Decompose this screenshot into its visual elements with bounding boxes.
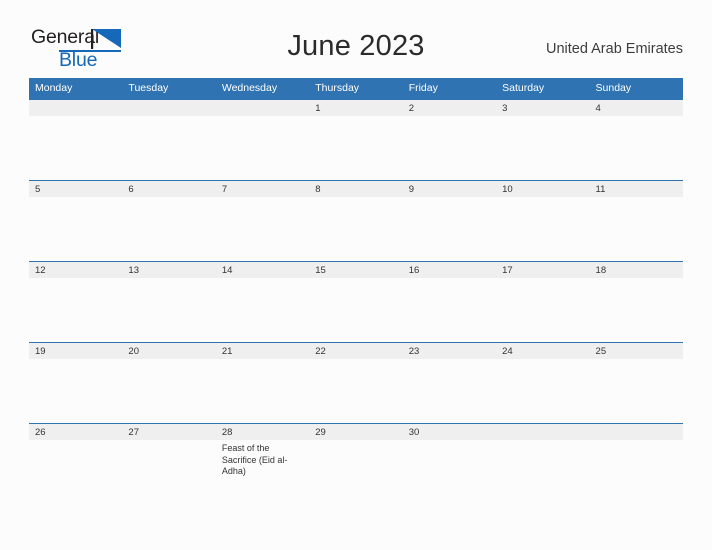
day-number: 3 [496,99,590,116]
day-number [215,99,310,116]
calendar-week-row: 26 27 28 Feast of the Sacrifice (Eid al-Adh… [29,423,683,522]
calendar-empty-cell [215,99,310,180]
calendar-day-cell[interactable]: 16 [402,261,497,342]
day-number: 22 [309,342,403,359]
calendar-day-cell[interactable]: 23 [402,342,497,423]
calendar-week-row: 5 6 7 8 9 10 11 [29,180,683,261]
day-number [122,99,216,116]
calendar-body: 1 2 3 4 5 6 7 8 9 10 11 12 13 14 15 16 17 18 19 20 21 22 23 24 2… [29,99,683,522]
day-number [589,423,683,440]
day-number: 13 [122,261,216,278]
calendar-day-cell[interactable]: 7 [215,180,310,261]
day-number: 24 [496,342,590,359]
calendar-day-cell[interactable]: 25 [589,342,683,423]
calendar-week-row: 1234 [29,99,683,180]
calendar-day-cell[interactable]: 3 [496,99,590,180]
day-number: 26 [29,423,123,440]
day-number: 7 [215,180,310,197]
day-number: 20 [122,342,216,359]
weekday-header-wednesday: Wednesday [215,78,310,99]
day-number: 30 [402,423,497,440]
calendar-day-cell[interactable]: 2 [402,99,497,180]
weekday-header-monday: Monday [29,78,123,99]
day-number: 21 [215,342,310,359]
calendar-day-cell[interactable]: 9 [402,180,497,261]
calendar-day-cell[interactable]: 13 [122,261,216,342]
day-number: 16 [402,261,497,278]
calendar-header-row: Monday Tuesday Wednesday Thursday Friday… [29,78,683,99]
day-number: 6 [122,180,216,197]
calendar-day-cell[interactable]: 28 Feast of the Sacrifice (Eid al-Adha) [215,423,310,522]
day-number: 9 [402,180,497,197]
weekday-header-thursday: Thursday [309,78,403,99]
calendar-day-cell[interactable]: 30 [402,423,497,522]
calendar-empty-cell [589,423,683,522]
weekday-header-friday: Friday [402,78,497,99]
calendar-table: Monday Tuesday Wednesday Thursday Friday… [29,78,683,522]
calendar-day-cell[interactable]: 19 [29,342,123,423]
calendar-empty-cell [496,423,590,522]
day-events: Feast of the Sacrifice (Eid al-Adha) [216,440,309,478]
day-number: 10 [496,180,590,197]
weekday-header-row: Monday Tuesday Wednesday Thursday Friday… [29,78,683,99]
calendar-day-cell[interactable]: 10 [496,180,590,261]
day-number [29,99,123,116]
calendar-day-cell[interactable]: 11 [589,180,683,261]
day-number: 4 [589,99,683,116]
calendar-day-cell[interactable]: 22 [309,342,403,423]
calendar-empty-cell [29,99,123,180]
day-number: 8 [309,180,403,197]
day-number: 28 [215,423,310,440]
day-number: 17 [496,261,590,278]
day-number: 29 [309,423,403,440]
calendar-week-row: 19 20 21 22 23 24 25 [29,342,683,423]
day-number: 11 [589,180,683,197]
calendar-day-cell[interactable]: 21 [215,342,310,423]
day-number: 14 [215,261,310,278]
day-number: 25 [589,342,683,359]
day-number [496,423,590,440]
weekday-header-tuesday: Tuesday [122,78,216,99]
calendar-day-cell[interactable]: 20 [122,342,216,423]
day-number: 2 [402,99,497,116]
day-number: 18 [589,261,683,278]
calendar-day-cell[interactable]: 18 [589,261,683,342]
calendar-day-cell[interactable]: 4 [589,99,683,180]
calendar-day-cell[interactable]: 15 [309,261,403,342]
calendar-day-cell[interactable]: 12 [29,261,123,342]
day-number: 19 [29,342,123,359]
page-header: General Blue June 2023 United Arab Emira… [0,0,712,78]
day-number: 15 [309,261,403,278]
country-label: United Arab Emirates [545,41,683,57]
weekday-header-saturday: Saturday [496,78,590,99]
calendar-day-cell[interactable]: 14 [215,261,310,342]
calendar-day-cell[interactable]: 8 [309,180,403,261]
day-number: 27 [122,423,216,440]
weekday-header-sunday: Sunday [589,78,683,99]
day-number: 1 [309,99,403,116]
calendar-week-row: 12 13 14 15 16 17 18 [29,261,683,342]
day-number: 23 [402,342,497,359]
holiday-event: Feast of the Sacrifice (Eid al-Adha) [221,443,288,476]
calendar-day-cell[interactable]: 24 [496,342,590,423]
day-number: 5 [29,180,123,197]
calendar-day-cell[interactable]: 1 [309,99,403,180]
calendar-day-cell[interactable]: 6 [122,180,216,261]
calendar-empty-cell [122,99,216,180]
calendar-day-cell[interactable]: 27 [122,423,216,522]
day-number: 12 [29,261,123,278]
calendar-day-cell[interactable]: 29 [309,423,403,522]
calendar-day-cell[interactable]: 17 [496,261,590,342]
calendar-day-cell[interactable]: 26 [29,423,123,522]
calendar-day-cell[interactable]: 5 [29,180,123,261]
